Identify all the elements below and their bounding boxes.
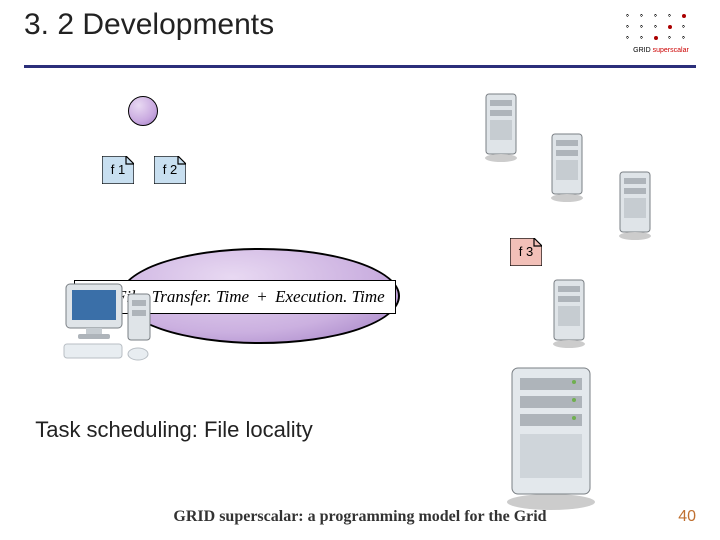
header: 3. 2 Developments GRID superscalar [24,8,696,68]
file-tag-f1: f 1 [102,156,134,184]
footer-text: GRID superscalar: a programming model fo… [0,508,720,526]
slide: 3. 2 Developments GRID superscalar f 1 f… [0,0,720,540]
logo-dots-icon [626,14,696,45]
computer-icon [60,280,160,375]
page-title: 3. 2 Developments [24,8,696,42]
server-large-icon [496,362,606,517]
caption: Task scheduling: File locality [34,416,314,444]
file-tag-f2: f 2 [154,156,186,184]
logo: GRID superscalar [626,14,696,54]
server-icon [548,276,590,350]
server-icon [614,168,656,242]
server-icon [480,90,522,164]
file-tag-f3: f 3 [510,238,542,266]
page-number: 40 [678,508,696,526]
logo-label: GRID superscalar [626,47,696,54]
formula-plus: + [253,287,271,306]
node-icon [128,96,158,126]
server-icon [546,130,588,204]
formula-term2: Execution. Time [275,287,385,306]
